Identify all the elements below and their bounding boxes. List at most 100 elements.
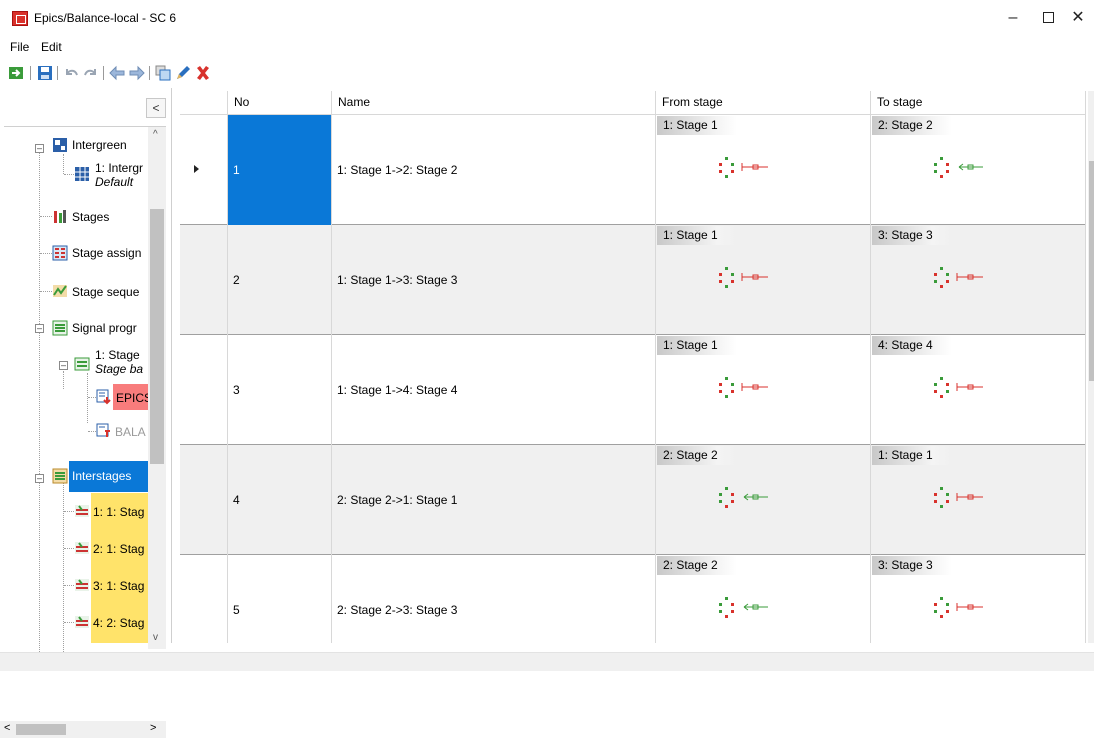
interstages-icon <box>52 468 68 484</box>
table-row[interactable]: 2 1: Stage 1->3: Stage 3 1: Stage 1 3: S… <box>180 225 1086 335</box>
open-icon[interactable] <box>8 65 24 81</box>
table-row[interactable]: 5 2: Stage 2->3: Stage 3 2: Stage 2 3: S… <box>180 555 1086 643</box>
row-number[interactable]: 4 <box>228 445 332 555</box>
from-stage-cell[interactable]: 2: Stage 2 <box>656 445 871 555</box>
to-stage-cell[interactable]: 3: Stage 3 <box>871 555 1086 643</box>
stage-diagram-icon <box>934 267 983 288</box>
tree-node-interstage-3[interactable]: 3: 1: Stag <box>93 579 144 593</box>
from-stage-cell[interactable]: 1: Stage 1 <box>656 335 871 445</box>
stage-sequence-icon <box>53 285 67 297</box>
window-title: Epics/Balance-local - SC 6 <box>34 11 177 25</box>
tree-node-interstage-1[interactable]: 1: 1: Stag <box>93 505 144 519</box>
row-selector[interactable] <box>180 555 228 643</box>
tree-vertical-scroll-thumb[interactable] <box>150 209 164 464</box>
expand-toggle-signal-program-1[interactable]: – <box>59 361 68 370</box>
expand-toggle-intergreen[interactable]: – <box>35 144 44 153</box>
scroll-right-icon[interactable]: > <box>150 722 156 734</box>
minimize-button[interactable]: – <box>993 6 1033 30</box>
signal-program-icon <box>74 357 90 371</box>
intergreen-icon <box>53 138 67 152</box>
stage-diagram-icon <box>934 597 983 618</box>
scroll-down-icon[interactable]: v <box>153 632 158 643</box>
delete-icon[interactable] <box>195 65 211 81</box>
row-selector[interactable] <box>180 115 228 225</box>
navigation-tree: < – Intergreen 1: Intergr Default Stages… <box>0 88 172 738</box>
tree-node-stages[interactable]: Stages <box>72 210 109 224</box>
column-header-no[interactable]: No <box>228 91 332 115</box>
scroll-left-icon[interactable]: < <box>4 722 10 734</box>
from-stage-label: 2: Stage 2 <box>657 556 737 575</box>
expand-toggle-interstages[interactable]: – <box>35 474 44 483</box>
row-number[interactable]: 2 <box>228 225 332 335</box>
stage-diagram-icon <box>719 267 768 288</box>
status-bar <box>0 652 1094 671</box>
redo-icon[interactable] <box>83 65 99 81</box>
intergreen-matrix-icon <box>75 167 89 181</box>
from-stage-label: 2: Stage 2 <box>657 446 737 465</box>
balance-icon <box>96 423 110 437</box>
to-stage-cell[interactable]: 2: Stage 2 <box>871 115 1086 225</box>
column-header-from-stage[interactable]: From stage <box>656 91 871 115</box>
table-vertical-scroll-thumb[interactable] <box>1089 161 1094 381</box>
from-stage-cell[interactable]: 2: Stage 2 <box>656 555 871 643</box>
save-icon[interactable] <box>37 65 53 81</box>
interstage-name[interactable]: 2: Stage 2->3: Stage 3 <box>332 555 656 643</box>
interstage-name[interactable]: 1: Stage 1->2: Stage 2 <box>332 115 656 225</box>
tree-node-stage-assignment[interactable]: Stage assign <box>72 246 141 260</box>
from-stage-cell[interactable]: 1: Stage 1 <box>656 225 871 335</box>
tree-node-intergreen[interactable]: Intergreen <box>72 138 127 152</box>
title-bar: Epics/Balance-local - SC 6 – ✕ <box>0 0 1094 36</box>
stage-diagram-icon <box>719 157 768 178</box>
menu-edit[interactable]: Edit <box>41 40 62 54</box>
row-number[interactable]: 5 <box>228 555 332 643</box>
collapse-panel-button[interactable]: < <box>146 98 166 118</box>
row-selector[interactable] <box>180 445 228 555</box>
row-number[interactable]: 1 <box>228 115 332 225</box>
back-icon[interactable] <box>109 65 125 81</box>
forward-icon[interactable] <box>129 65 145 81</box>
tree-node-balance[interactable]: BALA <box>115 425 146 439</box>
to-stage-cell[interactable]: 1: Stage 1 <box>871 445 1086 555</box>
stage-assignment-icon <box>52 245 68 261</box>
edit-icon[interactable] <box>175 65 191 81</box>
expand-toggle-signal-programs[interactable]: – <box>35 324 44 333</box>
from-stage-label: 1: Stage 1 <box>657 116 737 135</box>
tree-horizontal-scroll-thumb[interactable] <box>16 724 66 735</box>
column-header-name[interactable]: Name <box>332 91 656 115</box>
table-row[interactable]: 1 1: Stage 1->2: Stage 2 1: Stage 1 2: S… <box>180 115 1086 225</box>
interstage-name[interactable]: 1: Stage 1->4: Stage 4 <box>332 335 656 445</box>
to-stage-cell[interactable]: 3: Stage 3 <box>871 225 1086 335</box>
tree-node-intergreen-1[interactable]: 1: Intergr <box>95 161 143 175</box>
copy-icon[interactable] <box>155 65 171 81</box>
tree-node-stage-sequence[interactable]: Stage seque <box>72 285 139 299</box>
close-button[interactable]: ✕ <box>1062 6 1094 30</box>
tree-node-signal-program-1[interactable]: 1: Stage <box>95 348 140 362</box>
stage-diagram-icon <box>934 487 983 508</box>
interstage-name[interactable]: 1: Stage 1->3: Stage 3 <box>332 225 656 335</box>
table-row[interactable]: 4 2: Stage 2->1: Stage 1 2: Stage 2 1: S… <box>180 445 1086 555</box>
tree-vertical-scrollbar[interactable]: ^ v <box>148 127 166 649</box>
from-stage-cell[interactable]: 1: Stage 1 <box>656 115 871 225</box>
column-header-to-stage[interactable]: To stage <box>871 91 1086 115</box>
tree-node-interstage-4[interactable]: 4: 2: Stag <box>93 616 144 630</box>
menu-file[interactable]: File <box>10 40 29 54</box>
interstages-table: No Name From stage To stage 1 1: Stage 1… <box>180 91 1086 643</box>
from-stage-label: 1: Stage 1 <box>657 226 737 245</box>
scroll-up-icon[interactable]: ^ <box>153 129 158 140</box>
table-row[interactable]: 3 1: Stage 1->4: Stage 4 1: Stage 1 4: S… <box>180 335 1086 445</box>
interstage-name[interactable]: 2: Stage 2->1: Stage 1 <box>332 445 656 555</box>
tree-horizontal-scrollbar[interactable]: < > <box>0 721 166 738</box>
epics-icon <box>96 389 111 405</box>
row-number[interactable]: 3 <box>228 335 332 445</box>
tree-node-interstage-2[interactable]: 2: 1: Stag <box>93 542 144 556</box>
row-selector[interactable] <box>180 225 228 335</box>
tree-node-epics[interactable]: EPICS <box>113 384 152 410</box>
interstage-icon <box>75 579 89 591</box>
current-row-arrow-icon <box>194 165 199 173</box>
table-vertical-scrollbar[interactable] <box>1088 91 1094 643</box>
tree-node-signal-programs[interactable]: Signal progr <box>72 321 137 335</box>
row-selector[interactable] <box>180 335 228 445</box>
to-stage-cell[interactable]: 4: Stage 4 <box>871 335 1086 445</box>
undo-icon[interactable] <box>63 65 79 81</box>
tree-node-interstages[interactable]: Interstages <box>69 461 149 492</box>
